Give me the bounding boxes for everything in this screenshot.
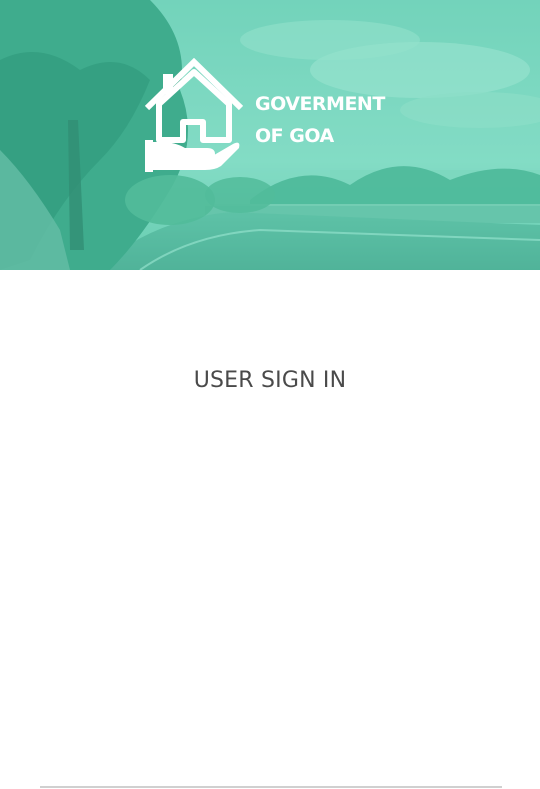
brand-line-2: OF GOA (255, 125, 334, 147)
government-logo: GOVERMENT OF GOA (145, 58, 395, 173)
brand-name: GOVERMENT OF GOA (255, 88, 385, 152)
sign-in-page: GOVERMENT OF GOA USER SIGN IN (0, 0, 540, 789)
page-title: USER SIGN IN (193, 368, 347, 393)
divider (40, 786, 502, 788)
house-in-hand-icon (145, 58, 243, 172)
header-banner: GOVERMENT OF GOA (0, 0, 540, 270)
brand-line-1: GOVERMENT (255, 93, 385, 115)
